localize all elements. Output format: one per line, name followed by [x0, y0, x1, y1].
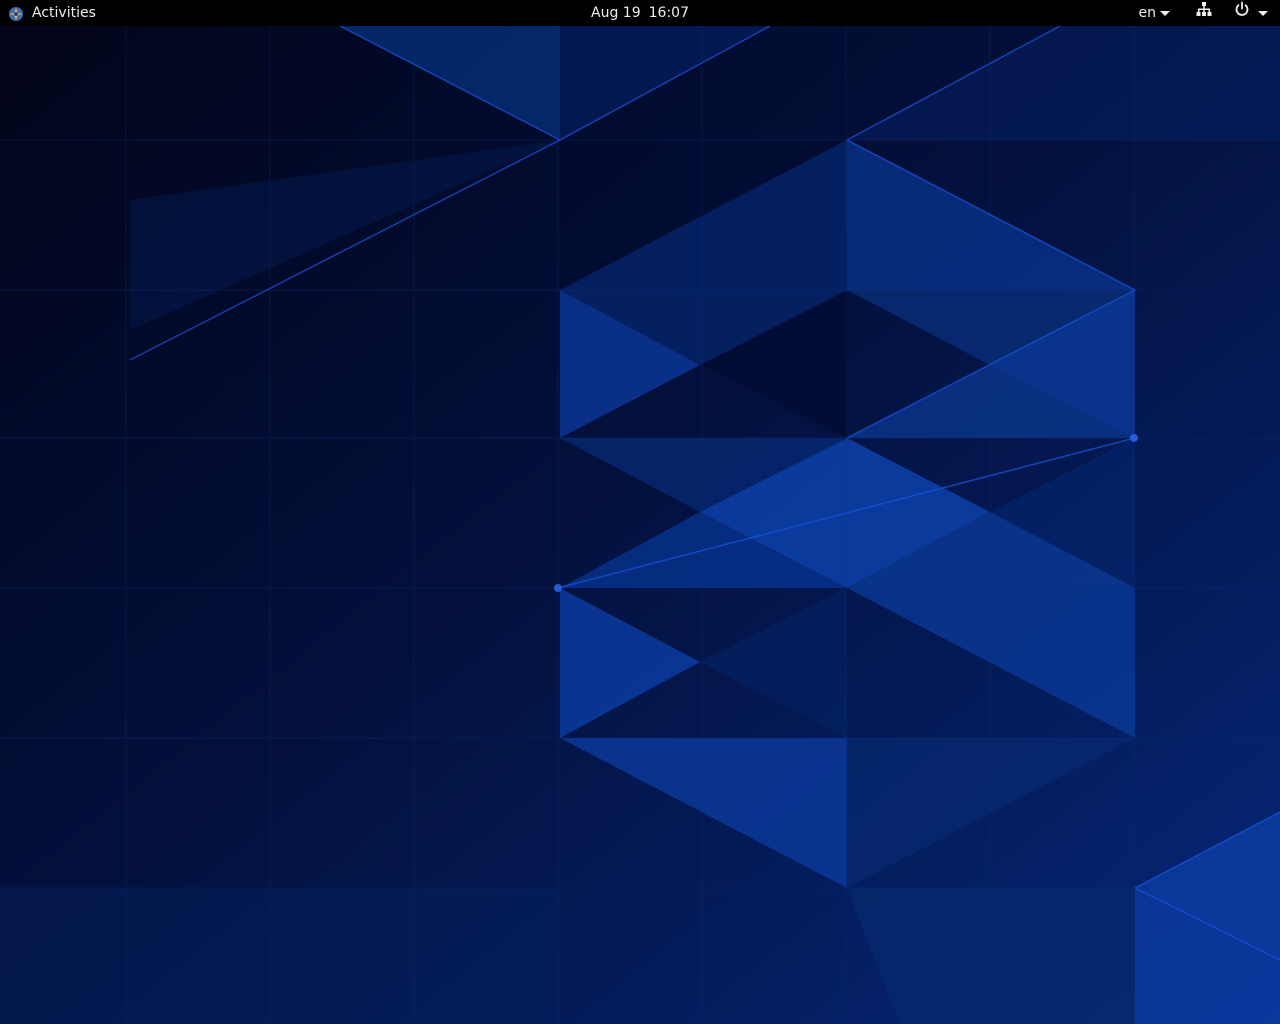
power-icon [1234, 0, 1258, 26]
clock-time: 16:07 [648, 5, 689, 21]
language-selector[interactable]: en [1138, 0, 1170, 26]
network-indicator[interactable] [1196, 0, 1212, 26]
network-wired-icon [1196, 0, 1212, 26]
system-menu-button[interactable] [1234, 0, 1268, 26]
clock-display: Aug 19 16:07 [0, 0, 1280, 26]
top-bar: Activities Aug 19 16:07 en [0, 0, 1280, 26]
language-label: en [1138, 5, 1157, 21]
chevron-down-icon [1258, 10, 1268, 16]
fedora-logo-icon [8, 5, 24, 21]
system-tray: en [1139, 0, 1280, 26]
chevron-down-icon [1160, 10, 1170, 16]
activities-button[interactable]: Activities [8, 0, 96, 26]
activities-label: Activities [32, 5, 96, 21]
clock-date: Aug 19 [591, 5, 641, 21]
desktop[interactable]: Activities Aug 19 16:07 en [0, 0, 1280, 1024]
desktop-wallpaper [0, 0, 1280, 1024]
clock-button[interactable]: Aug 19 16:07 [591, 5, 689, 21]
